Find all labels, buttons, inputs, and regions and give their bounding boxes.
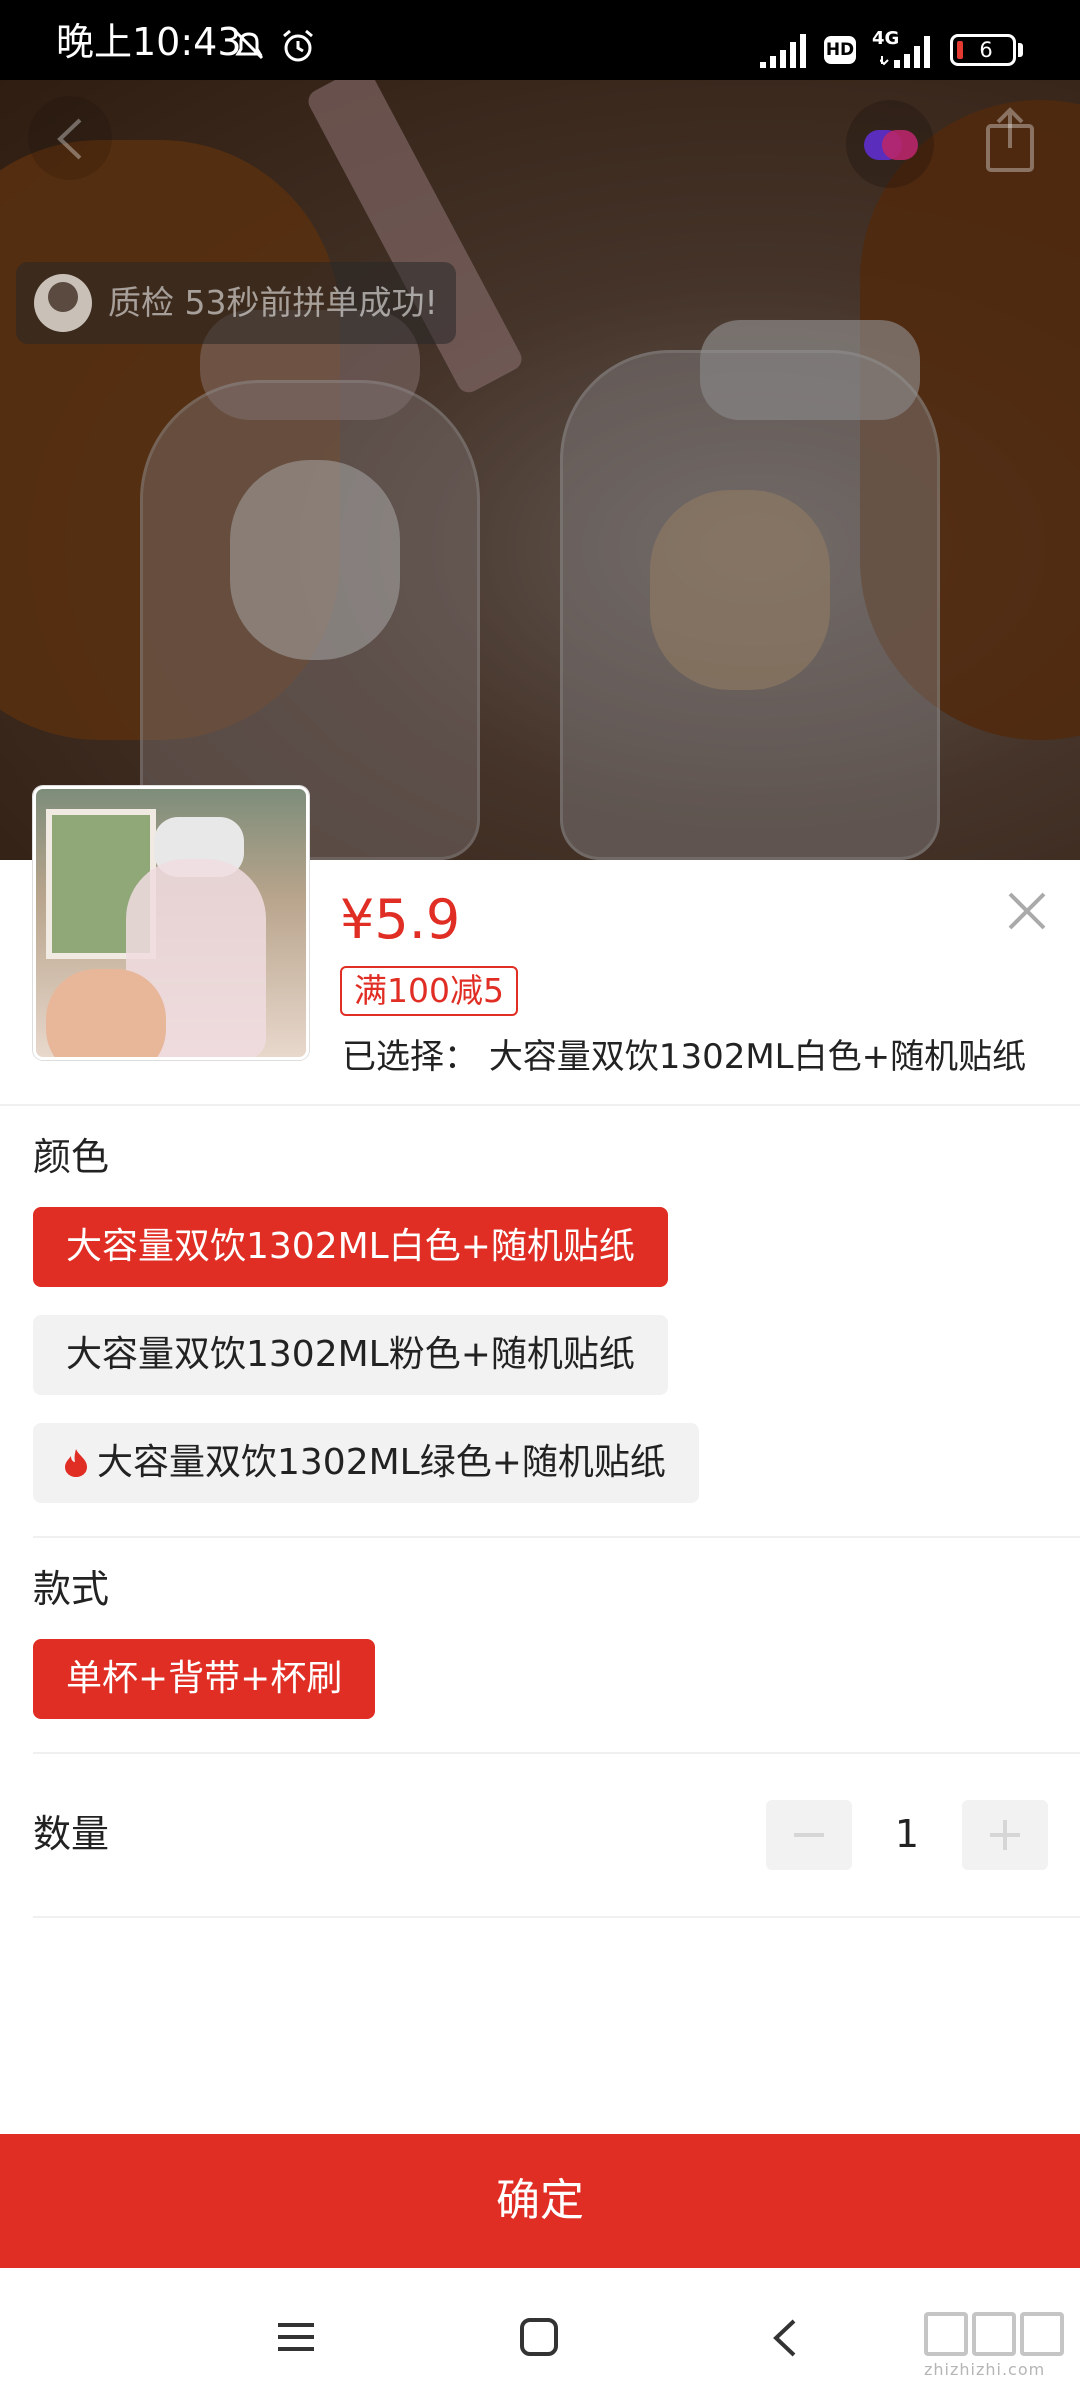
option-label: 单杯+背带+杯刷	[66, 1658, 343, 1699]
option-label: 大容量双饮1302ML绿色+随机贴纸	[97, 1442, 666, 1483]
divider	[33, 1916, 1080, 1918]
quantity-label: 数量	[33, 1812, 110, 1856]
alarm-icon	[283, 29, 313, 62]
selected-summary: 已选择： 大容量双饮1302ML白色+随机贴纸	[342, 1035, 1052, 1079]
share-icon[interactable]	[970, 102, 1050, 182]
quantity-value[interactable]: 1	[872, 1808, 942, 1860]
color-option-white[interactable]: 大容量双饮1302ML白色+随机贴纸	[33, 1207, 668, 1287]
selected-prefix: 已选择：	[342, 1037, 478, 1077]
status-time: 晚上10:43	[56, 20, 242, 64]
option-label: 大容量双饮1302ML白色+随机贴纸	[66, 1226, 635, 1267]
product-thumbnail[interactable]	[33, 786, 309, 1060]
battery-tip	[1018, 43, 1023, 57]
close-icon[interactable]	[1004, 888, 1050, 934]
product-price: ¥5.9	[340, 888, 461, 951]
chevron-left-icon	[57, 118, 82, 160]
selected-value: 大容量双饮1302ML白色+随机贴纸	[488, 1037, 1027, 1077]
watermark: zhizhizhi.com	[924, 2312, 1074, 2379]
bell-muted-icon	[234, 30, 264, 60]
toast-text: 质检 53秒前拼单成功!	[108, 283, 438, 322]
flame-icon	[65, 1449, 87, 1477]
status-bar: 晚上10:43 HD 4G 6	[0, 0, 1080, 80]
quantity-increase-button[interactable]	[962, 1800, 1048, 1870]
menu-icon[interactable]	[276, 2322, 316, 2352]
app-badge-button[interactable]	[846, 100, 934, 188]
back-button[interactable]	[28, 96, 112, 180]
option-label: 大容量双饮1302ML粉色+随机贴纸	[66, 1334, 635, 1375]
confirm-button[interactable]: 确定	[0, 2134, 1080, 2268]
color-option-pink[interactable]: 大容量双饮1302ML粉色+随机贴纸	[33, 1315, 668, 1395]
divider	[0, 1104, 1080, 1106]
watermark-text: zhizhizhi.com	[924, 2360, 1046, 2379]
battery-level: 6	[979, 38, 993, 62]
color-section-title: 颜色	[33, 1135, 110, 1179]
home-icon[interactable]	[520, 2318, 558, 2356]
signal-4g-icon	[880, 36, 930, 68]
avatar	[34, 274, 92, 332]
style-section-title: 款式	[33, 1567, 110, 1611]
hd-badge: HD	[824, 36, 856, 64]
group-buy-toast: 质检 53秒前拼单成功!	[16, 262, 456, 344]
signal-icon	[760, 34, 806, 68]
product-hero-image	[0, 80, 1080, 860]
divider	[33, 1752, 1080, 1754]
promo-badge: 满100减5	[340, 966, 518, 1016]
color-option-green[interactable]: 大容量双饮1302ML绿色+随机贴纸	[33, 1423, 699, 1503]
quantity-decrease-button[interactable]	[766, 1800, 852, 1870]
style-option-cup-strap-brush[interactable]: 单杯+背带+杯刷	[33, 1639, 376, 1719]
system-nav-bar	[0, 2268, 1080, 2400]
divider	[33, 1536, 1080, 1538]
battery-icon: 6	[950, 34, 1016, 66]
back-icon[interactable]	[770, 2318, 800, 2358]
